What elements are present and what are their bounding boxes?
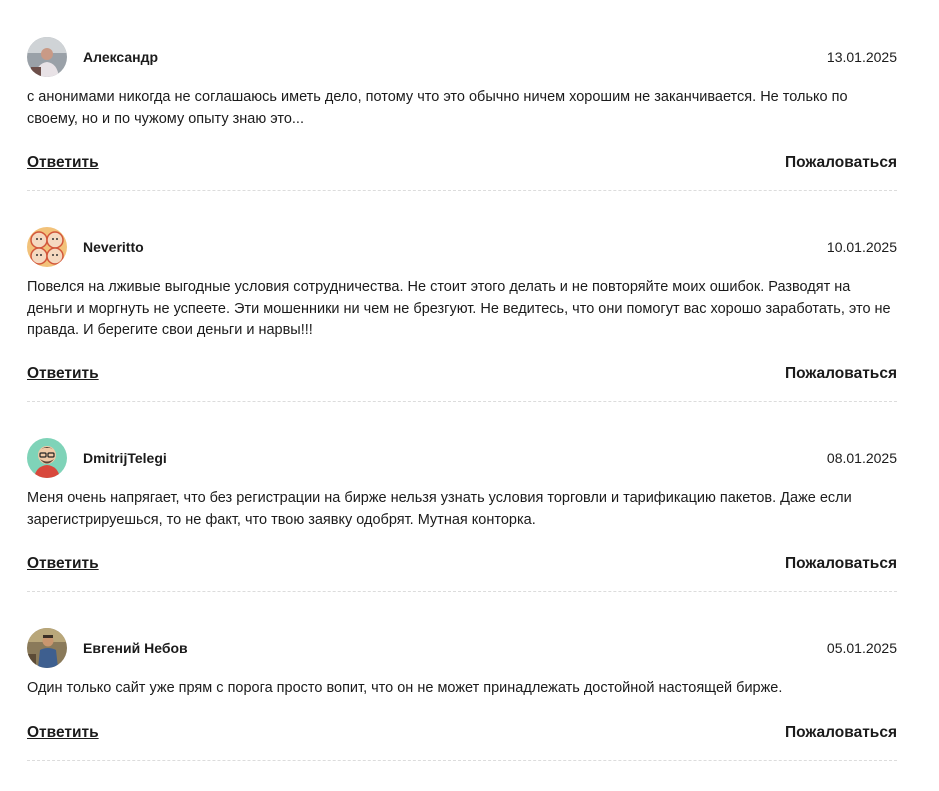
- comment-header: Neveritto 10.01.2025: [27, 227, 897, 267]
- report-link[interactable]: Пожаловаться: [785, 365, 897, 383]
- comment-text: Повелся на лживые выгодные условия сотру…: [27, 279, 891, 338]
- comment-item: Евгений Небов 05.01.2025 Один только сай…: [27, 628, 897, 761]
- reply-link[interactable]: Ответить: [27, 555, 99, 573]
- report-link[interactable]: Пожаловаться: [785, 555, 897, 573]
- comment-author[interactable]: Neveritto: [83, 238, 144, 256]
- user-photo-icon[interactable]: [27, 628, 67, 668]
- comment-text: Меня очень напрягает, что без регистраци…: [27, 490, 852, 528]
- comment-item: Neveritto 10.01.2025 Повелся на лживые в…: [27, 227, 897, 402]
- comment-author[interactable]: Александр: [83, 48, 158, 66]
- comment-header: Евгений Небов 05.01.2025: [27, 628, 897, 668]
- report-link[interactable]: Пожаловаться: [785, 154, 897, 172]
- comment-date: 08.01.2025: [826, 450, 897, 466]
- comment-item: DmitrijTelegi 08.01.2025 Меня очень напр…: [27, 438, 897, 592]
- comment-actions: Ответить Пожаловаться: [27, 154, 897, 176]
- reply-link[interactable]: Ответить: [27, 365, 99, 383]
- comment-text: с анонимами никогда не соглашаюсь иметь …: [27, 89, 848, 127]
- reply-link[interactable]: Ответить: [27, 154, 99, 172]
- comment-author[interactable]: DmitrijTelegi: [83, 449, 167, 467]
- comment-actions: Ответить Пожаловаться: [27, 365, 897, 387]
- reply-link[interactable]: Ответить: [27, 724, 99, 742]
- comment-item: Александр 13.01.2025 с анонимами никогда…: [27, 37, 897, 191]
- report-link[interactable]: Пожаловаться: [785, 724, 897, 742]
- comment-actions: Ответить Пожаловаться: [27, 555, 897, 577]
- comment-header: Александр 13.01.2025: [27, 37, 897, 77]
- comment-author[interactable]: Евгений Небов: [83, 639, 188, 657]
- comment-date: 10.01.2025: [826, 239, 897, 255]
- cartoon-man-icon[interactable]: [27, 438, 67, 478]
- user-photo-icon[interactable]: [27, 37, 67, 77]
- comment-date: 05.01.2025: [826, 640, 897, 656]
- comment-text: Один только сайт уже прям с порога прост…: [27, 680, 783, 696]
- comment-date: 13.01.2025: [826, 49, 897, 65]
- illustrated-faces-icon[interactable]: [27, 227, 67, 267]
- comment-actions: Ответить Пожаловаться: [27, 724, 897, 746]
- comment-header: DmitrijTelegi 08.01.2025: [27, 438, 897, 478]
